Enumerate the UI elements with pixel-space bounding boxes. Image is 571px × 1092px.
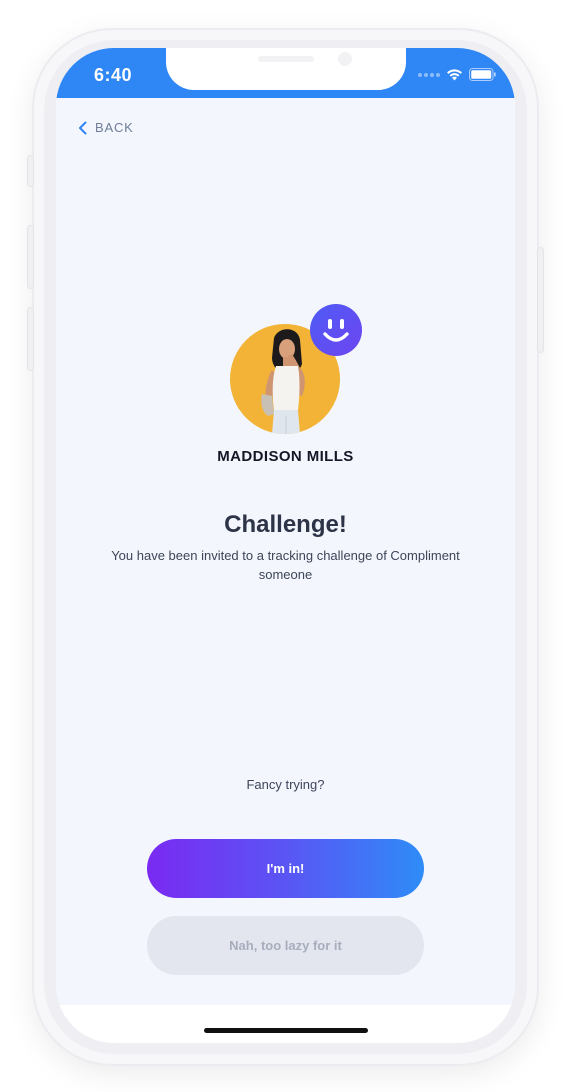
prompt-text: Fancy trying? (246, 777, 325, 792)
smiley-face-graphic (323, 319, 349, 342)
wifi-icon (447, 69, 462, 81)
smiley-face-icon (310, 304, 362, 356)
home-bar-area (56, 1005, 515, 1043)
challenge-description: You have been invited to a tracking chal… (111, 548, 460, 582)
challenge-title: Challenge! (224, 511, 347, 538)
status-icons (418, 68, 497, 81)
status-bar: 6:40 (56, 48, 515, 98)
back-button[interactable]: BACK (78, 120, 134, 135)
signal-icon (418, 72, 440, 77)
home-indicator[interactable] (204, 1028, 368, 1033)
chevron-left-icon (79, 121, 87, 134)
user-name: MADDISON MILLS (217, 448, 354, 465)
back-label: BACK (95, 120, 134, 135)
accept-button[interactable]: I'm in! (147, 839, 424, 898)
power-button (538, 248, 543, 352)
status-time: 6:40 (94, 65, 133, 85)
battery-icon (469, 68, 496, 81)
front-camera (338, 52, 352, 66)
notch (166, 48, 406, 90)
phone-mockup: 6:40 BACK MADDISON MILLS Challenge! You … (0, 0, 571, 1092)
speaker-grille (258, 56, 314, 62)
app-screen: 6:40 BACK MADDISON MILLS Challenge! You … (56, 48, 515, 1043)
volume-up-button (28, 226, 33, 288)
decline-button[interactable]: Nah, too lazy for it (147, 916, 424, 975)
mute-switch (28, 156, 33, 186)
volume-down-button (28, 308, 33, 370)
